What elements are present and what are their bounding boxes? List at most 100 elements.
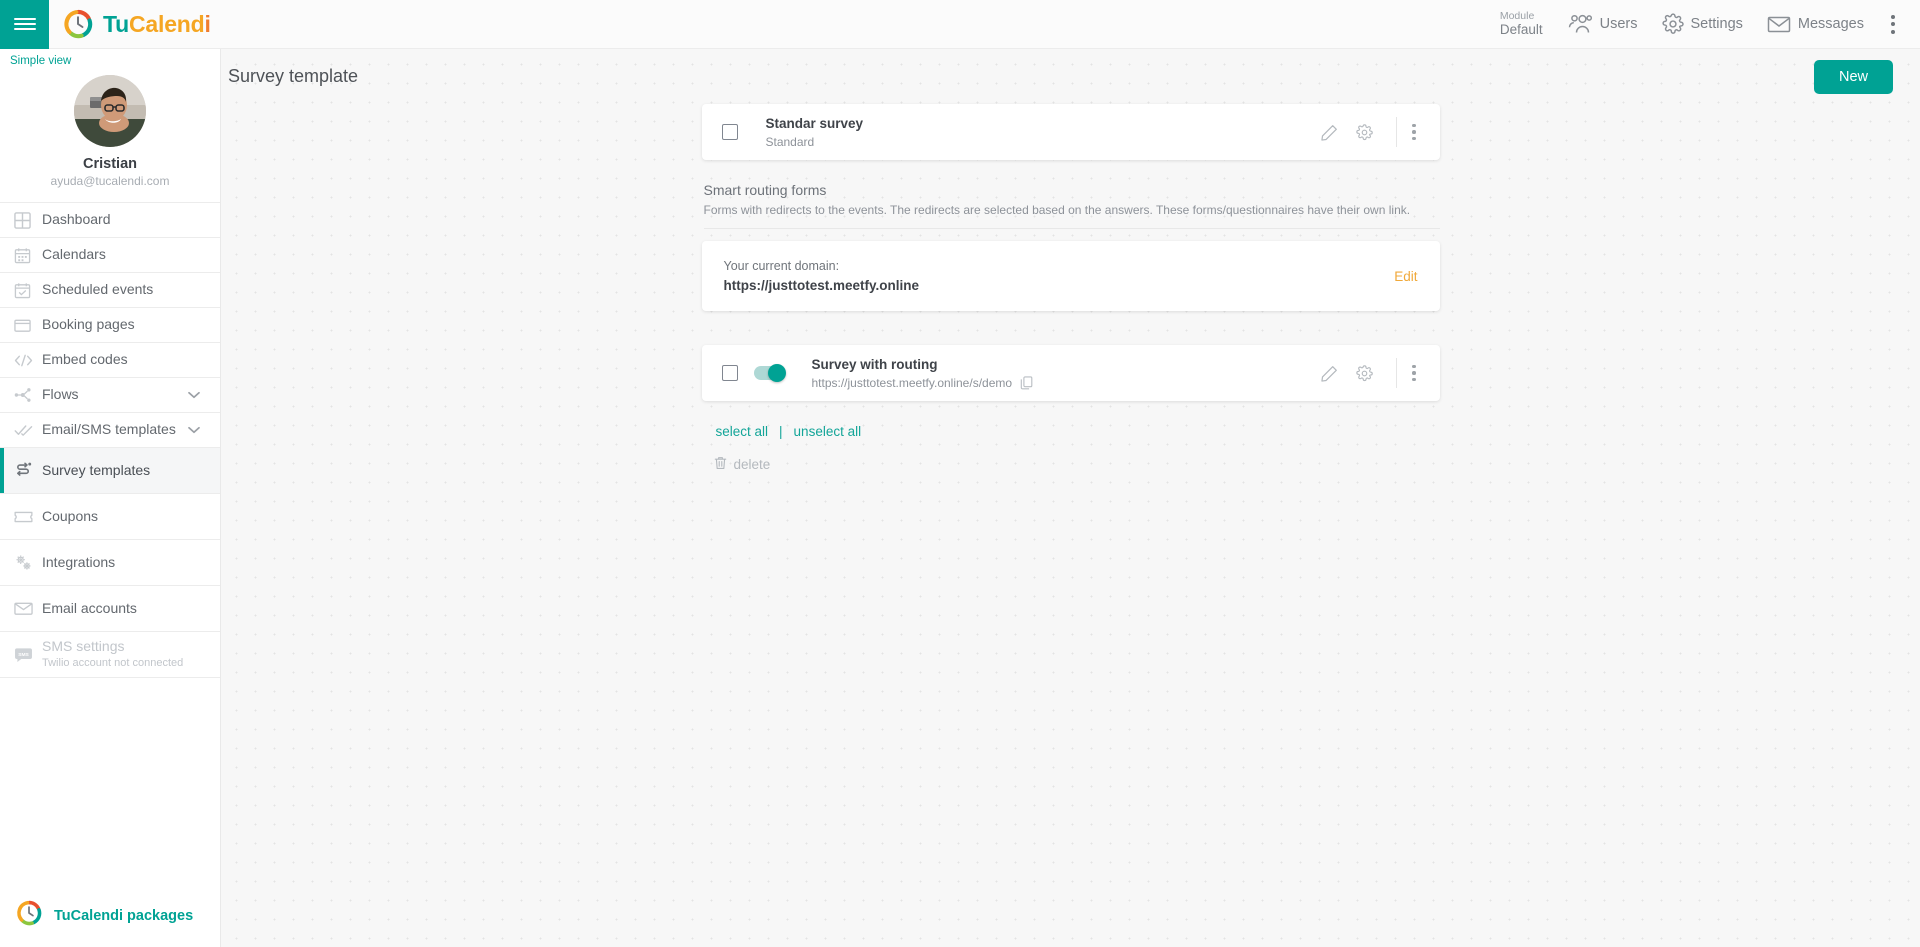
tucalendi-packages-label: TuCalendi packages [54,907,194,924]
tucalendi-logo-icon [63,9,93,39]
profile-email: ayuda@tucalendi.com [50,174,170,188]
pencil-icon[interactable] [1312,365,1347,382]
menu-bar [13,17,36,21]
messages-label: Messages [1797,16,1864,32]
gear-icon[interactable] [1347,364,1382,382]
action-divider [1396,358,1397,388]
sidebar-item-label: Dashboard [42,211,111,228]
envelope-icon [1767,15,1791,34]
menu-icon[interactable] [0,0,49,49]
sidebar-item-label: Email accounts [42,599,137,616]
sidebar-item-label: SMS settings [42,638,125,655]
survey-url-row: https://justtotest.meetfy.online/s/demo [812,376,1034,390]
sidebar-item-survey-templates[interactable]: Survey templates [0,448,220,494]
gear-icon [1661,13,1684,35]
sidebar-nav: Dashboard Calendars Scheduled events Boo… [0,203,220,678]
chevron-down-icon[interactable] [188,391,200,399]
users-label: Users [1599,16,1638,32]
messages-button[interactable]: Messages [1755,0,1876,49]
unselect-all-link[interactable]: unselect all [794,424,862,439]
survey-card-routing[interactable]: Survey with routing https://justtotest.m… [701,345,1440,401]
survey-subtitle-text: Standard [765,134,815,149]
survey-url: https://justtotest.meetfy.online/s/demo [811,375,1013,390]
kebab-menu-icon[interactable] [1876,0,1910,49]
survey-subtitle: Standard [766,135,864,149]
settings-label: Settings [1690,16,1743,32]
sidebar-item-email-accounts[interactable]: Email accounts [0,586,220,632]
main-content: Survey template New Standar survey Stand… [221,49,1920,947]
action-divider [1396,117,1397,147]
svg-text:SMS: SMS [18,651,29,657]
new-button[interactable]: New [1813,59,1893,94]
edit-domain-link[interactable]: Edit [1394,269,1417,284]
profile-name: Cristian [83,156,137,172]
avatar[interactable] [74,75,146,147]
double-check-icon [14,423,42,438]
window-icon [14,317,42,334]
pencil-icon[interactable] [1312,124,1347,141]
menu-bar [13,27,36,31]
chevron-down-icon[interactable] [188,426,200,434]
settings-button[interactable]: Settings [1650,0,1755,49]
kebab-menu-icon[interactable] [1406,123,1422,141]
delete-button[interactable]: delete [702,456,1440,473]
sidebar-item-sms-settings[interactable]: SMS SMS settings Twilio account not conn… [0,632,220,678]
sidebar-item-label: Survey templates [42,461,151,478]
kebab-dot [1891,29,1895,34]
users-button[interactable]: Users [1555,0,1650,49]
domain-value: https://justtotest.meetfy.online [723,278,920,293]
sidebar-item-integrations[interactable]: Integrations [0,540,220,586]
smart-routing-section-header: Smart routing forms Forms with redirects… [703,182,1440,229]
sidebar-item-label: Booking pages [42,316,135,333]
sidebar-item-label: Integrations [42,553,116,570]
code-icon [14,353,42,368]
sidebar-item-email-sms-templates[interactable]: Email/SMS templates [0,413,220,448]
ticket-icon [14,510,42,524]
brand-part-i: i [204,10,211,37]
page-header: Survey template New [221,53,1920,100]
sidebar-item-label: Email/SMS templates [42,421,176,438]
survey-actions [1312,117,1422,147]
sidebar-item-dashboard[interactable]: Dashboard [0,203,220,238]
module-selector[interactable]: Module Default [1488,10,1555,38]
sidebar-item-scheduled-events[interactable]: Scheduled events [0,273,220,308]
tucalendi-logo-icon [16,900,42,931]
kebab-dot [1891,14,1895,19]
kebab-menu-icon[interactable] [1406,364,1422,382]
content-area: Standar survey Standard Smart routing fo… [221,100,1920,473]
kebab-dot [1412,123,1416,128]
survey-enabled-toggle[interactable] [753,364,786,382]
sidebar-item-flows[interactable]: Flows [0,378,220,413]
survey-title: Survey with routing [811,356,938,372]
page-title: Survey template [228,66,359,86]
gear-icon[interactable] [1347,123,1382,141]
kebab-dot [1412,130,1416,134]
survey-icon [14,462,42,479]
kebab-dot [1891,22,1895,26]
sidebar: Simple view Cristian ayuda@tucalendi.com [0,49,221,947]
survey-card-standard[interactable]: Standar survey Standard [701,104,1440,160]
sidebar-item-calendars[interactable]: Calendars [0,238,220,273]
section-divider [703,228,1440,229]
sidebar-item-label: Flows [42,386,79,403]
sidebar-item-booking-pages[interactable]: Booking pages [0,308,220,343]
select-all-link[interactable]: select all [716,424,769,439]
brand-logo-link[interactable]: TuCalendi [63,9,211,39]
tucalendi-packages-link[interactable]: TuCalendi packages [0,886,220,947]
survey-checkbox[interactable] [721,365,738,381]
simple-view-link[interactable]: Simple view [0,49,220,67]
trash-icon [714,456,727,473]
sidebar-item-label: Coupons [42,507,99,524]
calendar-check-icon [14,282,42,299]
copy-icon[interactable] [1020,375,1033,390]
kebab-dot [1412,377,1416,382]
sidebar-item-sms-text: SMS settings Twilio account not connecte… [42,638,183,670]
survey-checkbox[interactable] [721,124,738,140]
section-description: Forms with redirects to the events. The … [703,203,1411,217]
domain-label: Your current domain: [723,259,840,273]
envelope-icon [14,601,42,616]
sidebar-item-coupons[interactable]: Coupons [0,494,220,540]
sidebar-item-embed-codes[interactable]: Embed codes [0,343,220,378]
sidebar-item-sublabel: Twilio account not connected [42,656,184,669]
content-column: Standar survey Standard Smart routing fo… [701,104,1440,473]
